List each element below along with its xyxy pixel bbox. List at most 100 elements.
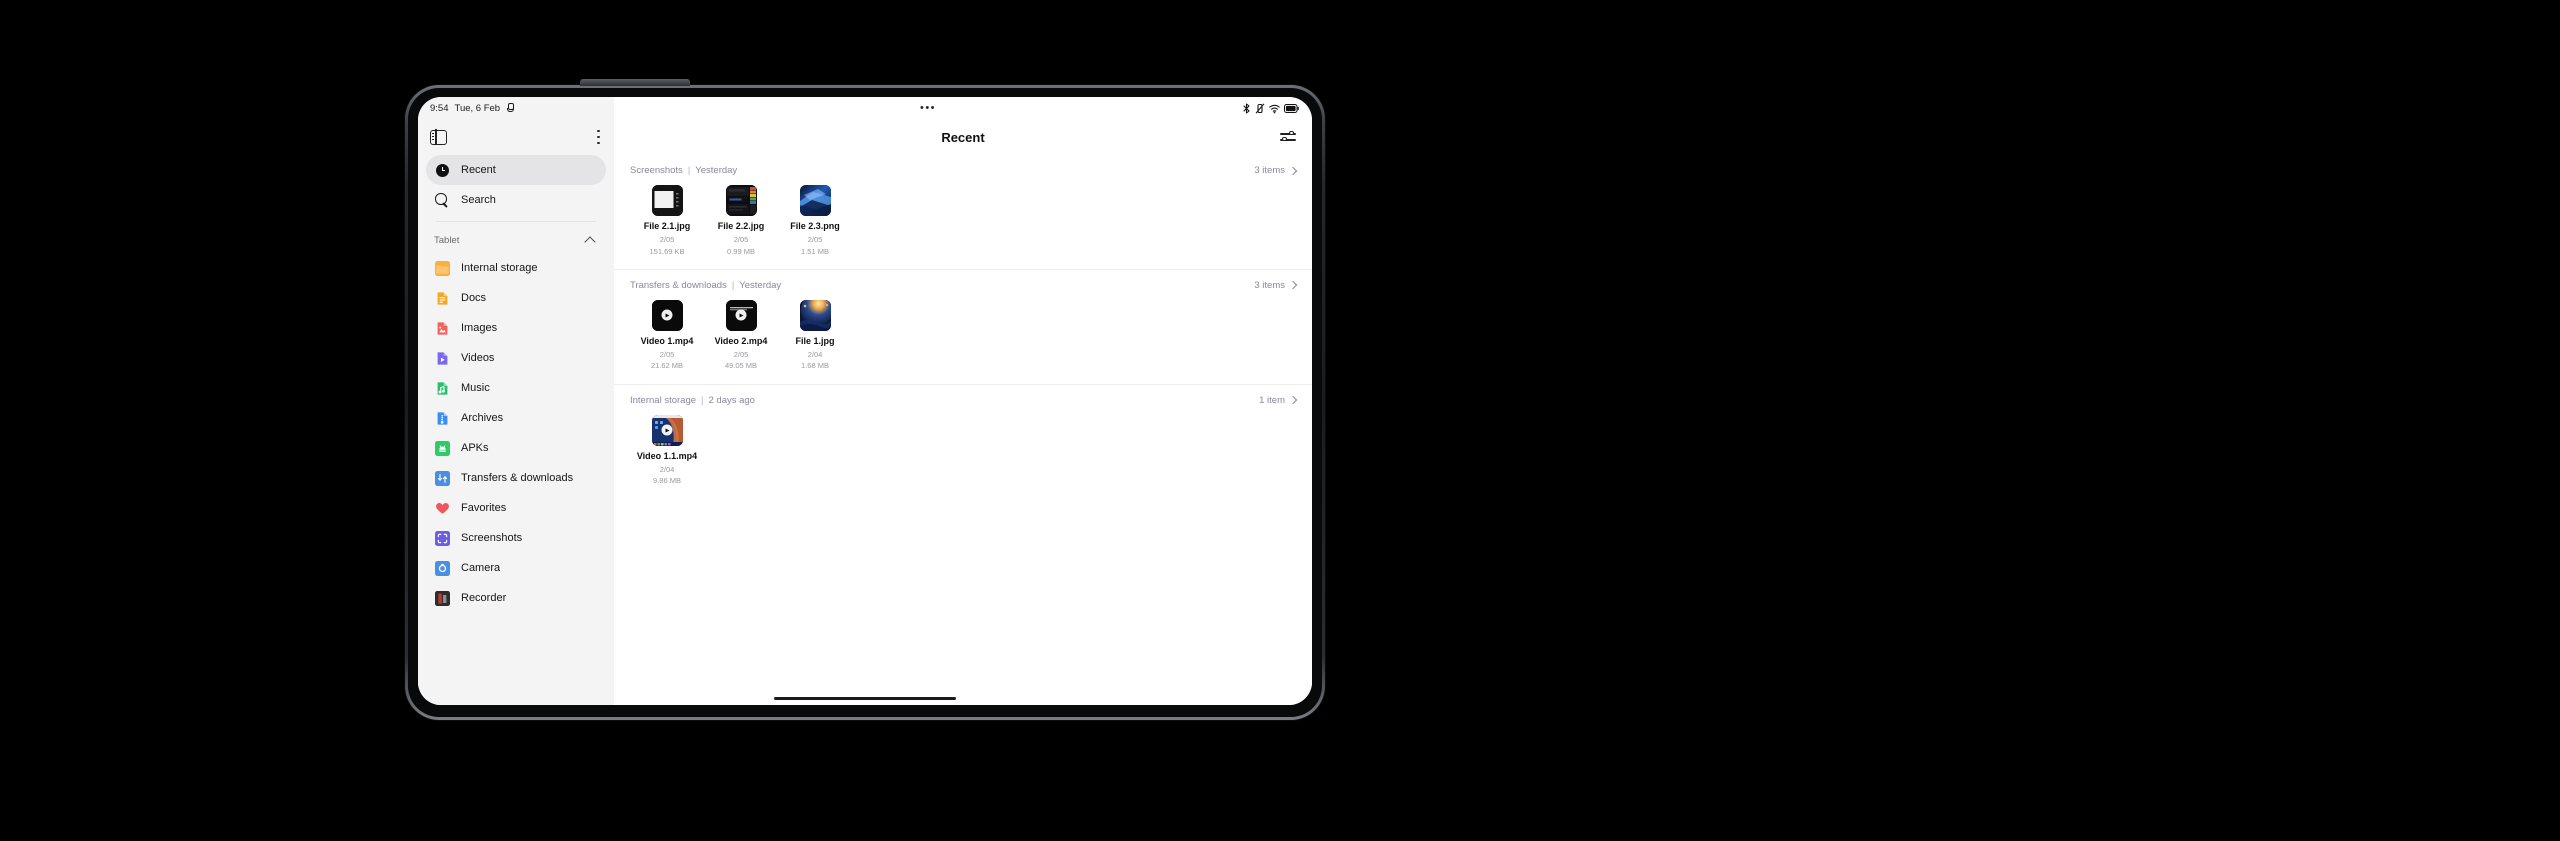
file-thumbnail — [799, 299, 831, 331]
section-count: 3 items — [1254, 165, 1285, 176]
section-transfers-downloads: Transfers & downloads | Yesterday 3 item… — [614, 268, 1312, 384]
clock-icon — [434, 162, 450, 178]
file-thumbnail — [651, 299, 683, 331]
status-bar-right — [1242, 97, 1312, 119]
sidebar-item-docs[interactable]: Docs — [426, 283, 606, 313]
section-separator: | — [687, 165, 691, 176]
sidebar-item-label: Search — [461, 194, 496, 206]
chevron-right-icon — [1288, 166, 1298, 175]
file-date: 2/05 — [659, 350, 675, 359]
sidebar-group-label: Tablet — [434, 234, 460, 246]
sidebar-group-tablet[interactable]: Tablet — [426, 227, 606, 253]
sidebar-item-label: Archives — [461, 412, 504, 424]
file-grid: Video 1.1.mp4 2/04 9.86 MB — [614, 406, 1312, 499]
section-count-link[interactable]: 1 item — [1259, 394, 1298, 406]
sort-filter-icon[interactable] — [1280, 130, 1296, 144]
heart-icon — [434, 500, 450, 516]
sidebar-item-apks[interactable]: APKs — [426, 433, 606, 463]
section-count-link[interactable]: 3 items — [1254, 165, 1298, 176]
file-item[interactable]: Video 2.mp4 2/05 49.05 MB — [704, 299, 778, 372]
file-item[interactable]: File 2.2.jpg 2/05 0.99 MB — [704, 185, 778, 257]
sidebar-item-label: Camera — [461, 562, 501, 574]
transfer-icon — [434, 470, 450, 486]
section-internal-storage: Internal storage | 2 days ago 1 item Vid… — [614, 383, 1312, 499]
file-name: File 2.3.png — [790, 221, 840, 231]
file-name: Video 1.1.mp4 — [636, 450, 698, 461]
sidebar-item-transfers-downloads[interactable]: Transfers & downloads — [426, 463, 606, 493]
file-date: 2/04 — [659, 464, 675, 474]
section-screenshots: Screenshots | Yesterday 3 items File 2.1… — [614, 155, 1312, 269]
file-date: 2/05 — [659, 235, 675, 245]
sidebar-nav-list[interactable]: Recent Search Tablet Internal storage Do… — [418, 155, 614, 691]
folder-icon — [434, 260, 450, 276]
file-item[interactable]: File 2.3.png 2/05 1.51 MB — [778, 185, 852, 257]
file-thumbnail — [725, 185, 757, 216]
section-separator: | — [731, 279, 735, 291]
panel-toggle-icon[interactable] — [430, 129, 447, 145]
sidebar-item-archives[interactable]: Archives — [426, 403, 606, 433]
sidebar-item-images[interactable]: Images — [426, 313, 606, 343]
section-separator: | — [701, 394, 704, 406]
sidebar-divider — [436, 221, 596, 222]
video-icon — [434, 350, 450, 366]
sidebar-item-internal-storage[interactable]: Internal storage — [426, 253, 606, 283]
file-size: 1.51 MB — [801, 246, 829, 256]
sidebar-item-favorites[interactable]: Favorites — [426, 493, 606, 523]
sidebar-item-label: Screenshots — [461, 532, 523, 544]
tablet-screen: 9:54 Tue, 6 Feb ••• Recent Search Tablet… — [418, 97, 1312, 705]
sidebar-item-screenshots[interactable]: Screenshots — [426, 523, 606, 553]
file-size: 0.99 MB — [727, 246, 755, 256]
home-indicator[interactable] — [774, 696, 956, 700]
sidebar-item-music[interactable]: Music — [426, 373, 606, 403]
file-item[interactable]: File 2.1.jpg 2/05 151.69 KB — [630, 185, 704, 257]
chevron-up-icon[interactable] — [584, 235, 596, 248]
section-when: Yesterday — [739, 279, 782, 291]
file-grid: File 2.1.jpg 2/05 151.69 KB File 2.2.jpg… — [614, 176, 1312, 269]
search-icon — [434, 192, 450, 208]
sidebar-item-label: APKs — [461, 442, 489, 454]
file-item[interactable]: Video 1.1.mp4 2/04 9.86 MB — [630, 414, 704, 487]
section-when: 2 days ago — [708, 394, 755, 406]
section-header: Transfers & downloads | Yesterday 3 item… — [614, 270, 1312, 291]
archive-icon — [434, 410, 450, 426]
sidebar-item-recent[interactable]: Recent — [426, 155, 606, 185]
file-item[interactable]: File 1.jpg 2/04 1.68 MB — [778, 299, 852, 372]
file-name: File 1.jpg — [795, 335, 835, 346]
device-power-button[interactable] — [580, 79, 690, 86]
chevron-right-icon — [1288, 395, 1298, 405]
file-date: 2/05 — [733, 350, 749, 359]
section-count: 1 item — [1259, 394, 1285, 406]
screenshot-icon — [434, 530, 450, 546]
kebab-menu-icon[interactable] — [597, 129, 600, 145]
page-title: Recent — [941, 129, 985, 145]
status-center-dots: ••• — [614, 97, 1242, 119]
sidebar: Recent Search Tablet Internal storage Do… — [418, 119, 614, 691]
file-thumbnail — [725, 299, 757, 331]
status-time: 9:54 — [430, 102, 449, 114]
file-name: File 2.2.jpg — [717, 221, 765, 231]
file-item[interactable]: Video 1.mp4 2/05 21.62 MB — [630, 299, 704, 372]
sidebar-item-label: Videos — [461, 352, 495, 364]
play-overlay-icon — [661, 309, 673, 321]
section-when: Yesterday — [695, 165, 738, 176]
file-size: 9.86 MB — [653, 476, 681, 485]
section-count-link[interactable]: 3 items — [1254, 280, 1298, 291]
sidebar-item-videos[interactable]: Videos — [426, 343, 606, 373]
file-sections-scroll[interactable]: Screenshots | Yesterday 3 items File 2.1… — [614, 155, 1312, 691]
sidebar-item-search[interactable]: Search — [426, 185, 606, 215]
sidebar-item-label: Recorder — [461, 592, 507, 604]
screenshot-stage: 9:54 Tue, 6 Feb ••• Recent Search Tablet… — [0, 0, 2560, 841]
recorder-icon — [434, 590, 450, 606]
sidebar-item-camera[interactable]: Camera — [426, 553, 606, 583]
file-size: 21.62 MB — [650, 361, 684, 371]
sidebar-item-label: Recent — [461, 164, 496, 176]
play-overlay-icon — [735, 309, 747, 321]
file-date: 2/04 — [807, 350, 823, 359]
file-grid: Video 1.mp4 2/05 21.62 MB Video 2.mp4 2/… — [614, 291, 1312, 384]
home-bar-sidebar-fill — [418, 691, 614, 705]
section-source: Screenshots — [630, 165, 683, 176]
sidebar-item-recorder[interactable]: Recorder — [426, 583, 606, 613]
section-header: Screenshots | Yesterday 3 items — [614, 155, 1312, 176]
section-source: Transfers & downloads — [630, 279, 727, 291]
file-name: File 2.1.jpg — [643, 221, 691, 231]
